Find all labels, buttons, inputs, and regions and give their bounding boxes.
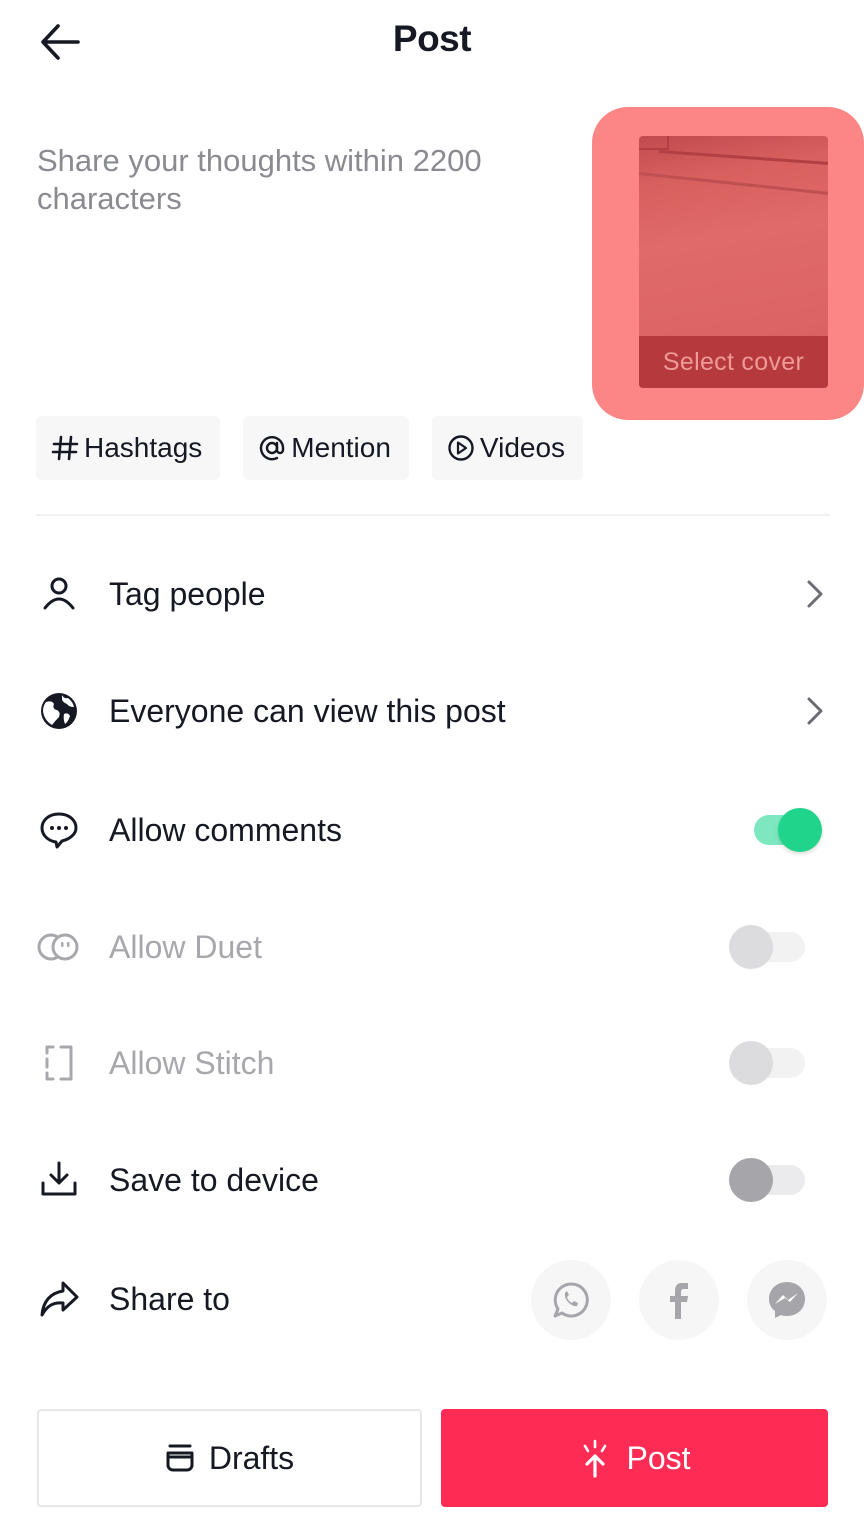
share-icon (36, 1276, 82, 1322)
drafts-icon (165, 1443, 195, 1473)
mention-chip[interactable]: Mention (243, 416, 409, 480)
save-to-device-label: Save to device (109, 1161, 319, 1198)
post-button[interactable]: Post (441, 1409, 828, 1507)
videos-label: Videos (479, 432, 566, 463)
allow-duet-label: Allow Duet (109, 928, 262, 965)
cover-thumbnail-detail (639, 172, 828, 198)
visibility-label: Everyone can view this post (109, 692, 506, 729)
share-whatsapp-button[interactable] (531, 1260, 611, 1340)
duet-icon (36, 924, 82, 970)
messenger-icon (769, 1282, 805, 1318)
hashtags-label: Hashtags (84, 432, 203, 463)
at-icon (257, 433, 287, 463)
hashtag-icon (50, 433, 80, 463)
globe-icon (36, 688, 82, 734)
share-to-row: Share to (0, 1259, 864, 1339)
stitch-icon (36, 1040, 82, 1086)
person-icon (36, 571, 82, 617)
cover-thumbnail-detail (639, 136, 669, 150)
post-label: Post (626, 1439, 691, 1476)
toggle-knob (778, 808, 822, 852)
toggle-knob (729, 1041, 773, 1085)
share-facebook-button[interactable] (639, 1260, 719, 1340)
page-title: Post (392, 18, 472, 59)
allow-comments-row: Allow comments (0, 790, 864, 870)
whatsapp-icon (553, 1282, 589, 1318)
comment-icon (36, 807, 82, 853)
share-messenger-button[interactable] (747, 1260, 827, 1340)
allow-comments-label: Allow comments (109, 811, 342, 848)
share-to-label: Share to (109, 1280, 230, 1317)
save-to-device-row: Save to device (0, 1140, 864, 1220)
play-circle-icon (446, 433, 476, 463)
tag-people-label: Tag people (109, 575, 266, 612)
chevron-right-icon (800, 574, 830, 614)
chevron-right-icon (800, 691, 830, 731)
allow-duet-toggle[interactable] (729, 925, 809, 969)
download-icon (36, 1157, 82, 1203)
facebook-icon (670, 1283, 688, 1319)
divider (36, 514, 830, 516)
allow-stitch-toggle[interactable] (729, 1041, 809, 1085)
allow-duet-row: Allow Duet (0, 907, 864, 987)
cover-thumbnail-detail (658, 150, 828, 167)
videos-chip[interactable]: Videos (431, 416, 584, 480)
toggle-knob (729, 1158, 773, 1202)
save-to-device-toggle[interactable] (729, 1158, 809, 1202)
drafts-label: Drafts (208, 1439, 295, 1476)
header: Post (0, 0, 864, 90)
visibility-row[interactable]: Everyone can view this post (0, 671, 864, 751)
mention-label: Mention (291, 432, 391, 463)
select-cover-label: Select cover (639, 336, 828, 388)
tag-people-row[interactable]: Tag people (0, 554, 864, 634)
allow-stitch-label: Allow Stitch (109, 1044, 275, 1081)
drafts-button[interactable]: Drafts (37, 1409, 422, 1507)
allow-stitch-row: Allow Stitch (0, 1023, 864, 1103)
post-upload-icon (578, 1438, 612, 1478)
allow-comments-toggle[interactable] (744, 808, 824, 852)
toggle-knob (729, 925, 773, 969)
caption-chips: Hashtags Mention Videos (36, 416, 584, 480)
select-cover-button[interactable]: Select cover (639, 136, 828, 388)
hashtags-chip[interactable]: Hashtags (36, 416, 221, 480)
caption-input[interactable]: Share your thoughts within 2200 characte… (37, 142, 567, 218)
